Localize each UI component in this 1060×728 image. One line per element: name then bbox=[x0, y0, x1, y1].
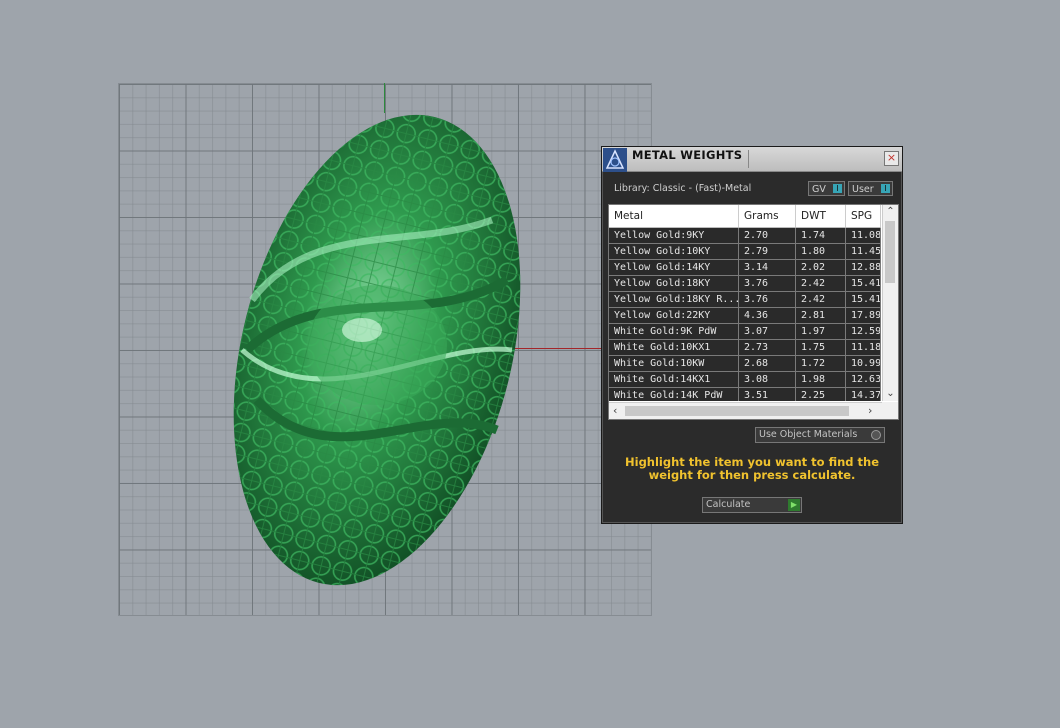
scroll-right-icon[interactable]: › bbox=[868, 403, 872, 419]
toggle-knob-icon: I bbox=[881, 184, 890, 193]
table-row[interactable]: White Gold:9K PdW 3.07 1.97 12.59 bbox=[609, 324, 881, 340]
scroll-down-icon[interactable]: ⌄ bbox=[883, 387, 898, 401]
table-cell-metal: White Gold:10KW bbox=[609, 356, 739, 372]
calculate-button[interactable]: Calculate ▶ bbox=[702, 497, 802, 513]
table-cell-spg: 15.41 bbox=[846, 292, 881, 308]
table-cell-grams: 3.08 bbox=[739, 372, 796, 388]
user-toggle-label: User bbox=[852, 184, 874, 195]
table-cell-spg: 17.89 bbox=[846, 308, 881, 324]
dialog-title: METAL WEIGHTS bbox=[632, 148, 743, 162]
table-header: Metal Grams DWT SPG bbox=[609, 205, 881, 228]
metal-weights-dialog: METAL WEIGHTS × Library: Classic - (Fast… bbox=[601, 146, 903, 524]
table-cell-dwt: 1.75 bbox=[796, 340, 846, 356]
use-object-materials-label: Use Object Materials bbox=[759, 429, 858, 440]
library-label: Library: Classic - (Fast)-Metal bbox=[614, 183, 752, 194]
table-cell-dwt: 2.42 bbox=[796, 292, 846, 308]
table-cell-spg: 10.99 bbox=[846, 356, 881, 372]
table-cell-dwt: 1.80 bbox=[796, 244, 846, 260]
table-cell-metal: Yellow Gold:18KY bbox=[609, 276, 739, 292]
table-cell-spg: 14.37 bbox=[846, 388, 881, 401]
table-cell-grams: 2.70 bbox=[739, 228, 796, 244]
table-cell-spg: 11.45 bbox=[846, 244, 881, 260]
table-row[interactable]: Yellow Gold:14KY 3.14 2.02 12.88 bbox=[609, 260, 881, 276]
calculate-label: Calculate bbox=[706, 499, 751, 510]
vertical-scrollbar[interactable]: ⌃ ⌄ bbox=[882, 205, 898, 401]
scrollbar-corner bbox=[882, 402, 898, 419]
table-row[interactable]: Yellow Gold:18KY R... 3.76 2.42 15.41 bbox=[609, 292, 881, 308]
table-cell-grams: 2.73 bbox=[739, 340, 796, 356]
gv-toggle[interactable]: GV I bbox=[808, 181, 845, 196]
scroll-left-icon[interactable]: ‹ bbox=[613, 403, 617, 419]
table-cell-grams: 2.68 bbox=[739, 356, 796, 372]
table-cell-grams: 4.36 bbox=[739, 308, 796, 324]
horizontal-scroll-thumb[interactable] bbox=[625, 406, 849, 416]
table-cell-grams: 2.79 bbox=[739, 244, 796, 260]
vertical-scroll-thumb[interactable] bbox=[885, 221, 895, 283]
instruction-text: Highlight the item you want to find the … bbox=[625, 455, 879, 482]
table-cell-metal: Yellow Gold:9KY bbox=[609, 228, 739, 244]
table-cell-metal: White Gold:14KX1 bbox=[609, 372, 739, 388]
dialog-titlebar[interactable]: METAL WEIGHTS × bbox=[602, 147, 902, 172]
table-cell-grams: 3.07 bbox=[739, 324, 796, 340]
table-row[interactable]: White Gold:14KX1 3.08 1.98 12.63 bbox=[609, 372, 881, 388]
table-row[interactable]: White Gold:10KW 2.68 1.72 10.99 bbox=[609, 356, 881, 372]
table-cell-metal: Yellow Gold:22KY bbox=[609, 308, 739, 324]
play-arrow-icon[interactable]: ▶ bbox=[788, 499, 800, 511]
user-toggle[interactable]: User I bbox=[848, 181, 893, 196]
metal-weights-app-icon bbox=[603, 148, 627, 172]
table-cell-dwt: 1.97 bbox=[796, 324, 846, 340]
table-cell-dwt: 1.98 bbox=[796, 372, 846, 388]
table-cell-metal: White Gold:9K PdW bbox=[609, 324, 739, 340]
metal-table: Metal Grams DWT SPG Yellow Gold:9KY 2.70 1… bbox=[608, 204, 899, 420]
title-separator bbox=[748, 150, 749, 168]
toggle-knob-icon: I bbox=[833, 184, 842, 193]
column-header-metal[interactable]: Metal bbox=[609, 205, 739, 227]
table-row[interactable]: White Gold:14K PdW 3.51 2.25 14.37 bbox=[609, 388, 881, 401]
table-cell-dwt: 1.74 bbox=[796, 228, 846, 244]
table-cell-grams: 3.51 bbox=[739, 388, 796, 401]
table-cell-spg: 11.08 bbox=[846, 228, 881, 244]
table-cell-grams: 3.76 bbox=[739, 276, 796, 292]
metal-table-body: Metal Grams DWT SPG Yellow Gold:9KY 2.70 1… bbox=[609, 205, 881, 401]
table-cell-spg: 12.63 bbox=[846, 372, 881, 388]
horizontal-scrollbar[interactable]: ‹ › bbox=[609, 402, 898, 419]
table-cell-metal: Yellow Gold:18KY R... bbox=[609, 292, 739, 308]
close-icon[interactable]: × bbox=[884, 151, 899, 166]
table-row[interactable]: Yellow Gold:10KY 2.79 1.80 11.45 bbox=[609, 244, 881, 260]
column-header-dwt[interactable]: DWT bbox=[796, 205, 846, 227]
table-cell-dwt: 2.81 bbox=[796, 308, 846, 324]
table-cell-metal: Yellow Gold:10KY bbox=[609, 244, 739, 260]
table-row[interactable]: Yellow Gold:18KY 3.76 2.42 15.41 bbox=[609, 276, 881, 292]
table-row[interactable]: White Gold:10KX1 2.73 1.75 11.18 bbox=[609, 340, 881, 356]
column-header-spg[interactable]: SPG bbox=[846, 205, 881, 227]
table-cell-dwt: 2.42 bbox=[796, 276, 846, 292]
table-row[interactable]: Yellow Gold:22KY 4.36 2.81 17.89 bbox=[609, 308, 881, 324]
gv-toggle-label: GV bbox=[812, 184, 826, 195]
use-object-materials-option[interactable]: Use Object Materials bbox=[755, 427, 885, 443]
table-cell-dwt: 2.02 bbox=[796, 260, 846, 276]
radio-icon[interactable] bbox=[871, 430, 881, 440]
table-cell-grams: 3.14 bbox=[739, 260, 796, 276]
table-cell-spg: 12.59 bbox=[846, 324, 881, 340]
x-axis-line bbox=[510, 348, 602, 349]
3d-model-pendant[interactable] bbox=[232, 100, 522, 600]
table-cell-metal: White Gold:10KX1 bbox=[609, 340, 739, 356]
column-header-grams[interactable]: Grams bbox=[739, 205, 796, 227]
table-cell-spg: 11.18 bbox=[846, 340, 881, 356]
table-cell-spg: 12.88 bbox=[846, 260, 881, 276]
table-row[interactable]: Yellow Gold:9KY 2.70 1.74 11.08 bbox=[609, 228, 881, 244]
scroll-up-icon[interactable]: ⌃ bbox=[883, 205, 898, 219]
table-cell-spg: 15.41 bbox=[846, 276, 881, 292]
table-cell-metal: Yellow Gold:14KY bbox=[609, 260, 739, 276]
table-cell-grams: 3.76 bbox=[739, 292, 796, 308]
table-cell-dwt: 1.72 bbox=[796, 356, 846, 372]
table-cell-dwt: 2.25 bbox=[796, 388, 846, 401]
table-cell-metal: White Gold:14K PdW bbox=[609, 388, 739, 401]
